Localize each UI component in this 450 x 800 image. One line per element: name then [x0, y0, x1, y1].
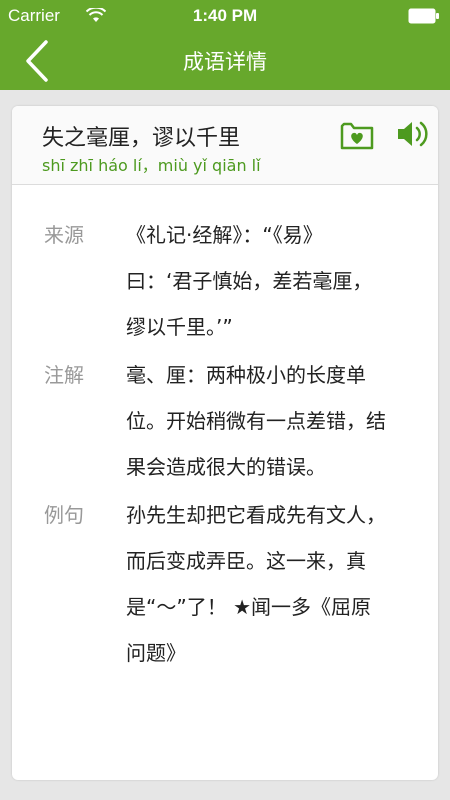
- idiom-pinyin: shī zhī háo lí，miù yǐ qiān lǐ: [42, 156, 261, 175]
- idiom-detail-card: 失之毫厘，谬以千里 shī zhī háo lí，miù yǐ qiān lǐ …: [12, 106, 438, 780]
- pronounce-button[interactable]: [396, 118, 430, 150]
- battery-icon: [408, 8, 439, 24]
- favorite-heart-folder-icon: [340, 122, 374, 150]
- favorite-button[interactable]: [340, 120, 374, 150]
- example-text: 孙先生却把它看成先有文人， 而后变成弄臣。这一来，真 是“～”了！ ★闻一多《屈…: [126, 503, 386, 665]
- explanation-text: 毫、厘：两种极小的长度单 位。开始稍微有一点差错，结 果会造成很大的错误。: [126, 363, 386, 479]
- explanation-label: 注解: [44, 363, 84, 387]
- navigation-bar: 成语详情: [0, 32, 450, 90]
- source-text: 《礼记·经解》：“《易》 曰：‘君子慎始，差若毫厘， 缪以千里。’”: [126, 223, 373, 339]
- speaker-icon: [398, 121, 428, 147]
- example-label: 例句: [44, 503, 84, 527]
- idiom-title: 失之毫厘，谬以千里: [42, 126, 241, 151]
- clock: 1:40 PM: [192, 6, 258, 25]
- source-label: 来源: [44, 223, 84, 247]
- idiom-header: 失之毫厘，谬以千里 shī zhī háo lí，miù yǐ qiān lǐ: [12, 106, 438, 185]
- page-title: 成语详情: [183, 50, 267, 74]
- status-bar: Carrier 1:40 PM: [0, 0, 450, 32]
